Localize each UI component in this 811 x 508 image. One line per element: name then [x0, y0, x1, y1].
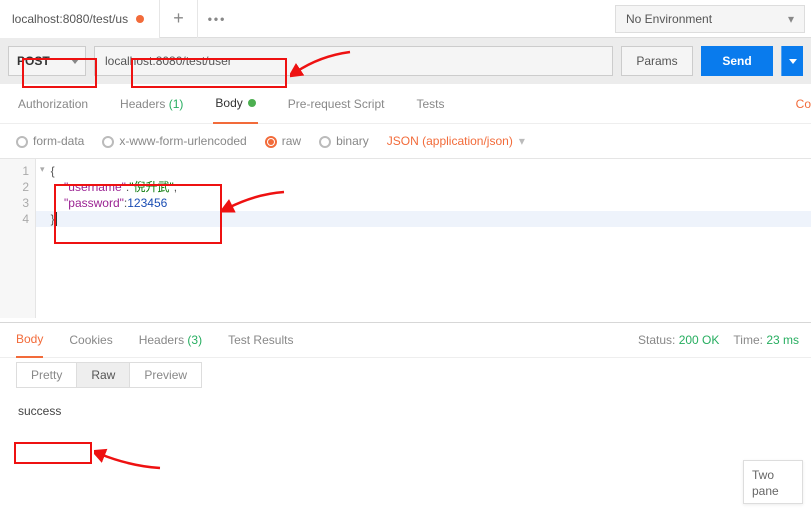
radio-raw-label: raw	[282, 134, 301, 148]
send-button[interactable]: Send	[701, 46, 773, 76]
tab-prerequest-label: Pre-request Script	[288, 97, 385, 111]
body-active-dot-icon	[248, 99, 256, 107]
tab-body[interactable]: Body	[213, 84, 257, 124]
url-input[interactable]: localhost:8080/test/user	[94, 46, 613, 76]
response-tab-headers-label: Headers	[139, 333, 184, 347]
send-label: Send	[722, 54, 751, 68]
response-meta: Status: 200 OK Time: 23 ms	[638, 333, 799, 347]
viewmode-preview[interactable]: Preview	[130, 363, 201, 387]
params-button[interactable]: Params	[621, 46, 693, 76]
status-value: 200 OK	[679, 333, 720, 347]
environment-select[interactable]: No Environment ▾	[615, 5, 805, 33]
response-tab-headers-count: (3)	[187, 333, 202, 347]
popup-line2: pane	[752, 483, 794, 499]
line-number: 4	[0, 211, 29, 227]
radio-raw[interactable]: raw	[265, 134, 301, 148]
tab-bar: localhost:8080/test/us + ••• No Environm…	[0, 0, 811, 38]
content-type-label: JSON (application/json)	[387, 134, 513, 148]
radio-binary[interactable]: binary	[319, 134, 369, 148]
request-tabs: Authorization Headers (1) Body Pre-reque…	[0, 84, 811, 124]
time-value: 23 ms	[766, 333, 799, 347]
response-tab-body[interactable]: Body	[16, 322, 43, 358]
caret-down-icon: ▾	[788, 12, 794, 26]
params-label: Params	[636, 54, 677, 68]
tab-headers-count: (1)	[169, 97, 184, 111]
response-body: success	[0, 392, 811, 482]
line-number: 3	[0, 195, 29, 211]
response-tab-headers[interactable]: Headers (3)	[139, 322, 202, 358]
url-text: localhost:8080/test/user	[105, 54, 232, 68]
request-line: POST localhost:8080/test/user Params Sen…	[0, 38, 811, 84]
code-link-label: Co	[796, 97, 811, 111]
response-tab-tests-label: Test Results	[228, 333, 293, 347]
tab-authorization-label: Authorization	[18, 97, 88, 111]
line-number: 1	[0, 163, 29, 179]
status-label: Status:	[638, 333, 675, 347]
unsaved-dot-icon	[136, 15, 144, 23]
radio-xwww-label: x-www-form-urlencoded	[119, 134, 246, 148]
http-method-label: POST	[17, 54, 50, 68]
tab-tests-label: Tests	[416, 97, 444, 111]
radio-form-data-label: form-data	[33, 134, 84, 148]
response-tab-cookies[interactable]: Cookies	[69, 322, 112, 358]
code-content: { "username":"倪升武", "password":123456 }	[36, 159, 811, 231]
response-body-text: success	[18, 404, 61, 418]
viewmode-preview-label: Preview	[144, 368, 187, 382]
http-method-select[interactable]: POST	[8, 46, 86, 76]
tab-body-label: Body	[215, 96, 242, 110]
editor-gutter: 1 2 3 4	[0, 159, 36, 318]
environment-label: No Environment	[626, 12, 712, 26]
tab-headers[interactable]: Headers (1)	[118, 84, 185, 124]
tab-authorization[interactable]: Authorization	[16, 84, 90, 124]
tab-headers-label: Headers	[120, 97, 165, 111]
content-type-select[interactable]: JSON (application/json) ▾	[387, 134, 525, 148]
viewmode-segment: Pretty Raw Preview	[16, 362, 202, 388]
popup-line1: Two	[752, 467, 794, 483]
body-editor[interactable]: 1 2 3 4 ▾ { "username":"倪升武", "password"…	[0, 158, 811, 318]
viewmode-pretty[interactable]: Pretty	[17, 363, 77, 387]
response-tab-cookies-label: Cookies	[69, 333, 112, 347]
two-pane-popup[interactable]: Two pane	[743, 460, 803, 504]
tab-tests[interactable]: Tests	[414, 84, 446, 124]
viewmode-pretty-label: Pretty	[31, 368, 62, 382]
tab-label: localhost:8080/test/us	[12, 12, 128, 26]
send-dropdown-button[interactable]	[781, 46, 803, 76]
time-label: Time:	[733, 333, 763, 347]
tab-overflow-button[interactable]: •••	[198, 0, 236, 38]
radio-binary-label: binary	[336, 134, 369, 148]
response-tab-tests[interactable]: Test Results	[228, 322, 293, 358]
request-tab[interactable]: localhost:8080/test/us	[0, 0, 160, 38]
tab-prerequest[interactable]: Pre-request Script	[286, 84, 387, 124]
response-tab-body-label: Body	[16, 332, 43, 346]
response-tabs: Body Cookies Headers (3) Test Results St…	[0, 322, 811, 358]
response-viewmode-row: Pretty Raw Preview	[0, 358, 811, 392]
code-link[interactable]: Co	[796, 97, 811, 111]
line-number: 2	[0, 179, 29, 195]
viewmode-raw[interactable]: Raw	[77, 363, 130, 387]
radio-form-data[interactable]: form-data	[16, 134, 84, 148]
new-tab-button[interactable]: +	[160, 0, 198, 38]
caret-down-icon: ▾	[519, 134, 525, 148]
viewmode-raw-label: Raw	[91, 368, 115, 382]
radio-xwww[interactable]: x-www-form-urlencoded	[102, 134, 246, 148]
body-type-row: form-data x-www-form-urlencoded raw bina…	[0, 124, 811, 158]
